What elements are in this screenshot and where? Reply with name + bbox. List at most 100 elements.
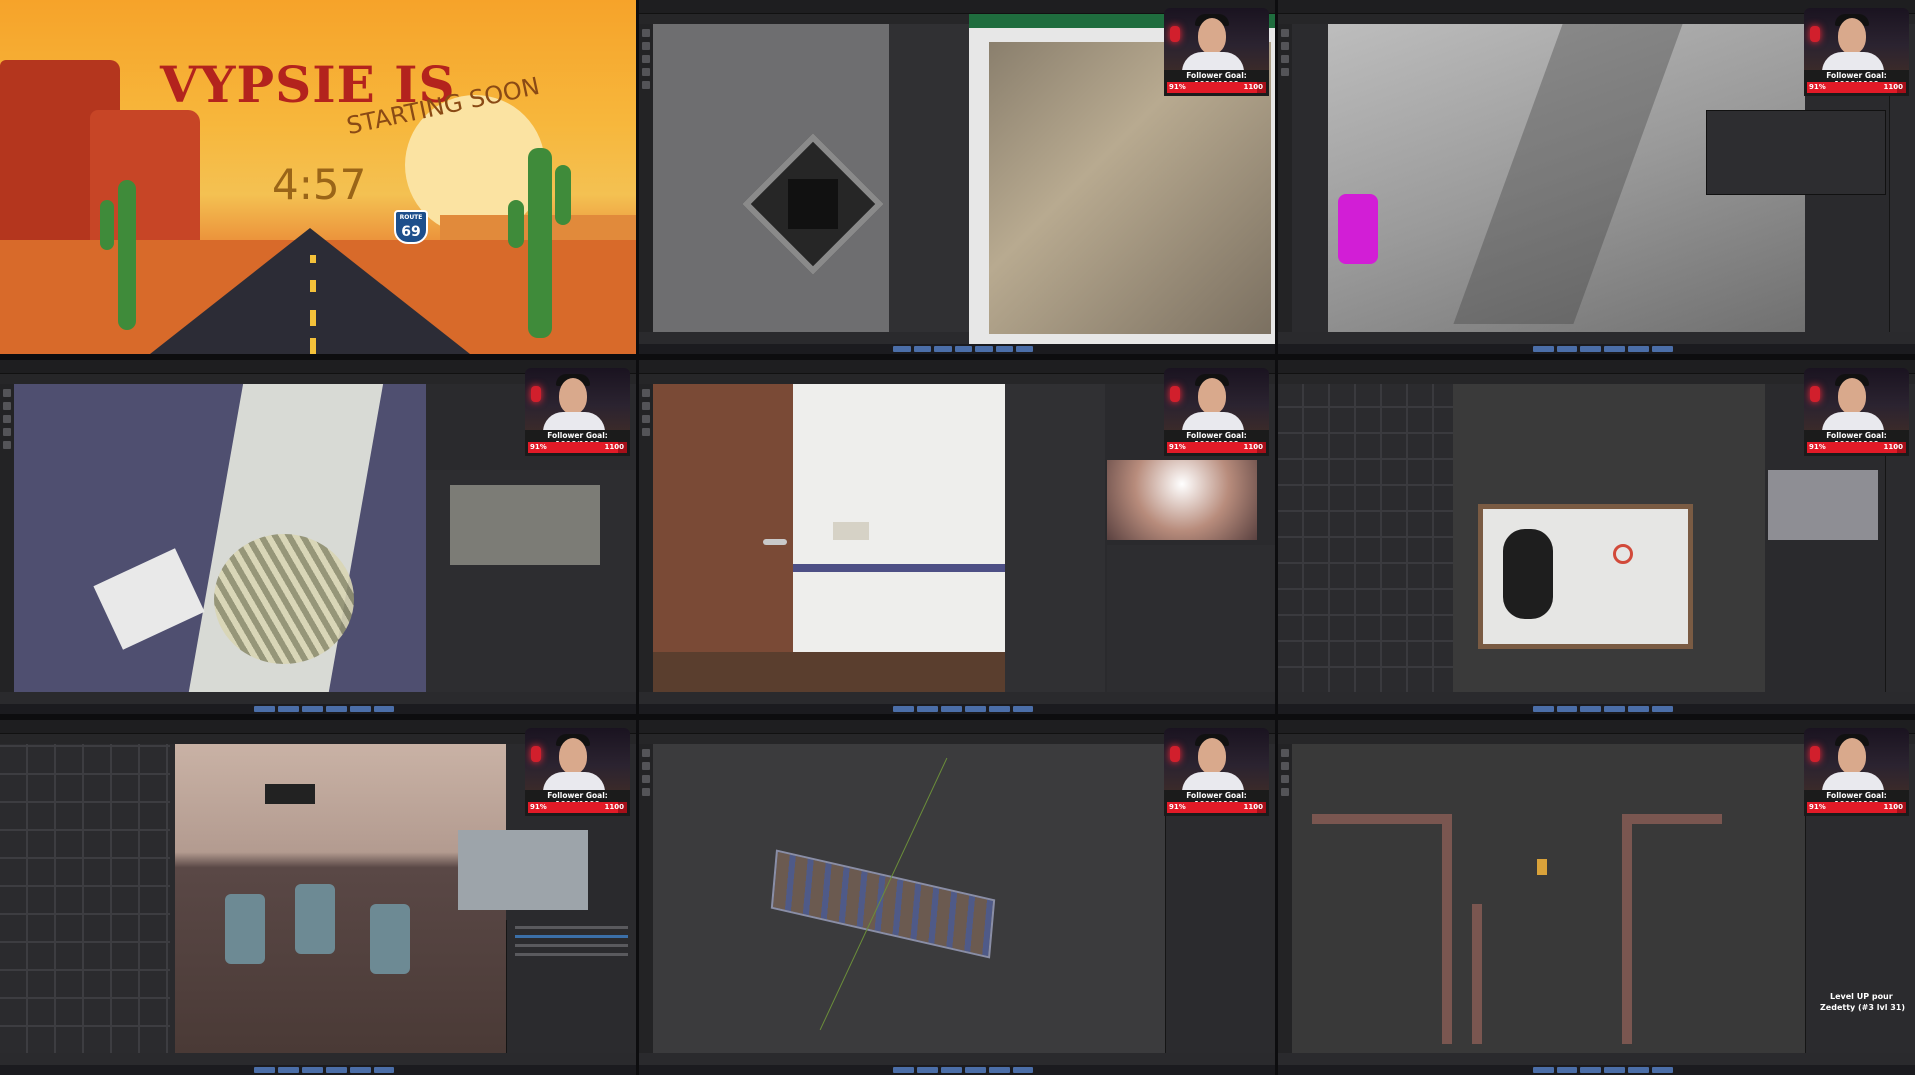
properties-panel[interactable]: [889, 24, 969, 332]
blender-hallway-panel: Follower Goal: 1006/1100 91% 1100: [0, 360, 636, 714]
asset-browser[interactable]: [1278, 384, 1453, 692]
webcam-overlay: [525, 368, 630, 430]
3d-viewport[interactable]: [1453, 384, 1765, 692]
render-preview: [450, 485, 600, 565]
settings-panel[interactable]: [1107, 545, 1275, 692]
route-sign-label: ROUTE: [399, 214, 423, 221]
stream-mosaic: VYPSIE IS STARTING SOON 4:57 ROUTE 69 Fo…: [0, 0, 1915, 1075]
asset-browser[interactable]: [0, 744, 170, 1053]
door-handle: [763, 539, 787, 545]
follower-goal-percent: 91%: [1809, 83, 1826, 91]
trash-bin-prop: [1503, 529, 1553, 619]
3d-viewport[interactable]: [653, 744, 1165, 1053]
road-line-1: [310, 255, 316, 263]
windows-taskbar[interactable]: [639, 704, 1275, 714]
chair-3: [370, 904, 410, 974]
follower-goal-target: 1100: [1883, 803, 1903, 811]
webcam-overlay: [1164, 8, 1269, 70]
building-model: [770, 849, 996, 959]
windows-taskbar[interactable]: [639, 1065, 1275, 1075]
blender-corridor-panel: Follower Goal: 1006/1100 91% 1100: [1278, 0, 1915, 354]
notification-line-2: Zedetty (#3 lvl 31): [1820, 1003, 1906, 1012]
cactus-right-arm-2: [508, 200, 524, 248]
follower-goal-target: 1100: [1883, 443, 1903, 451]
tool-shelf[interactable]: [1278, 744, 1292, 1053]
blender-floor-pattern-panel: Follower Goal: 1006/1100 91% 1100: [639, 0, 1275, 354]
outliner-left[interactable]: [1292, 24, 1328, 332]
follower-goal-target: 1100: [1243, 83, 1263, 91]
material-preview-window[interactable]: [1706, 110, 1886, 195]
webcam-overlay: [1164, 728, 1269, 790]
follower-goal-target: 1100: [1883, 83, 1903, 91]
follower-goal-percent: 91%: [1809, 443, 1826, 451]
webcam-overlay: [525, 728, 630, 790]
floorplan-wall-left-v: [1442, 814, 1452, 1044]
monitor-prop: [93, 548, 205, 650]
follower-goal-percent: 91%: [1169, 803, 1186, 811]
windows-taskbar[interactable]: [1278, 704, 1915, 714]
floorplan-wall-top-right: [1622, 814, 1722, 824]
notification-line-1: Level UP pour: [1830, 992, 1893, 1001]
starting-soon-scene: VYPSIE IS STARTING SOON 4:57 ROUTE 69: [0, 0, 636, 354]
light-probe: [1537, 859, 1547, 875]
follower-goal-target: 1100: [604, 803, 624, 811]
road-line-2: [310, 280, 316, 292]
road-line-4: [310, 338, 316, 354]
tool-shelf[interactable]: [639, 24, 653, 332]
magenta-object: [1338, 194, 1378, 264]
windows-taskbar[interactable]: [1278, 1065, 1915, 1075]
tool-shelf[interactable]: [0, 384, 14, 692]
webcam-overlay: [1804, 728, 1909, 790]
webcam-overlay: [1804, 368, 1909, 430]
tool-shelf[interactable]: [1278, 24, 1292, 332]
follower-goal-widget: Follower Goal: 1006/1100 91% 1100: [1164, 70, 1269, 96]
floorplan-wall-mid: [1472, 904, 1482, 1044]
3d-viewport[interactable]: [14, 384, 426, 692]
follower-goal-percent: 91%: [1169, 443, 1186, 451]
door: [653, 384, 793, 684]
route-sign-number: 69: [401, 224, 421, 240]
floor: [653, 652, 1005, 692]
3d-viewport[interactable]: [1292, 744, 1805, 1053]
chat-notification: Level UP pour Zedetty (#3 lvl 31): [1790, 992, 1910, 1018]
road-line-3: [310, 310, 316, 326]
windows-taskbar[interactable]: [639, 344, 1275, 354]
outliner[interactable]: [506, 920, 636, 1053]
floorplan-wall-left: [1312, 814, 1452, 824]
properties-panel[interactable]: [1005, 384, 1105, 692]
cactus-right: [528, 148, 552, 338]
cactus-left-arm: [100, 200, 114, 250]
ceiling-vent: [265, 784, 315, 804]
blender-building-overview-panel: Follower Goal: 1006/1100 91% 1100: [639, 720, 1275, 1075]
wall-stripe: [793, 564, 1005, 572]
cactus-right-arm: [555, 165, 571, 225]
windows-taskbar[interactable]: [1278, 344, 1915, 354]
windows-taskbar[interactable]: [0, 704, 636, 714]
blender-door-panel: Follower Goal: 1006/1100 91% 1100: [639, 360, 1275, 714]
chair-2: [295, 884, 335, 954]
3d-viewport[interactable]: [175, 744, 506, 1053]
follower-goal-widget: Follower Goal: 1006/1100 91% 1100: [1804, 70, 1909, 96]
follower-goal-widget: Follower Goal: 1006/1100 91% 1100: [1804, 790, 1909, 816]
floorplan-wall-right: [1622, 814, 1632, 1044]
blender-floorplan-panel: Level UP pour Zedetty (#3 lvl 31) Follow…: [1278, 720, 1915, 1075]
countdown-timer: 4:57: [272, 160, 367, 209]
wall-shadow: [1453, 24, 1683, 324]
cactus-left: [118, 180, 136, 330]
fan-cage: [214, 534, 354, 664]
follower-goal-widget: Follower Goal: 1006/1100 91% 1100: [1164, 790, 1269, 816]
webcam-overlay: [1804, 8, 1909, 70]
follower-goal-percent: 91%: [1169, 83, 1186, 91]
webcam-overlay: [1164, 368, 1269, 430]
follower-goal-widget: Follower Goal: 1006/1100 91% 1100: [525, 790, 630, 816]
windows-taskbar[interactable]: [0, 1065, 636, 1075]
follower-goal-widget: Follower Goal: 1006/1100 91% 1100: [1804, 430, 1909, 456]
tool-shelf[interactable]: [639, 384, 653, 692]
tool-shelf[interactable]: [639, 744, 653, 1053]
floor-tile-center: [788, 179, 838, 229]
blender-waiting-room-panel: Follower Goal: 1006/1100 91% 1100: [0, 720, 636, 1075]
render-preview: [1768, 470, 1878, 540]
light-switch: [833, 522, 869, 540]
3d-viewport[interactable]: [653, 384, 1005, 692]
render-preview: [1107, 460, 1257, 540]
